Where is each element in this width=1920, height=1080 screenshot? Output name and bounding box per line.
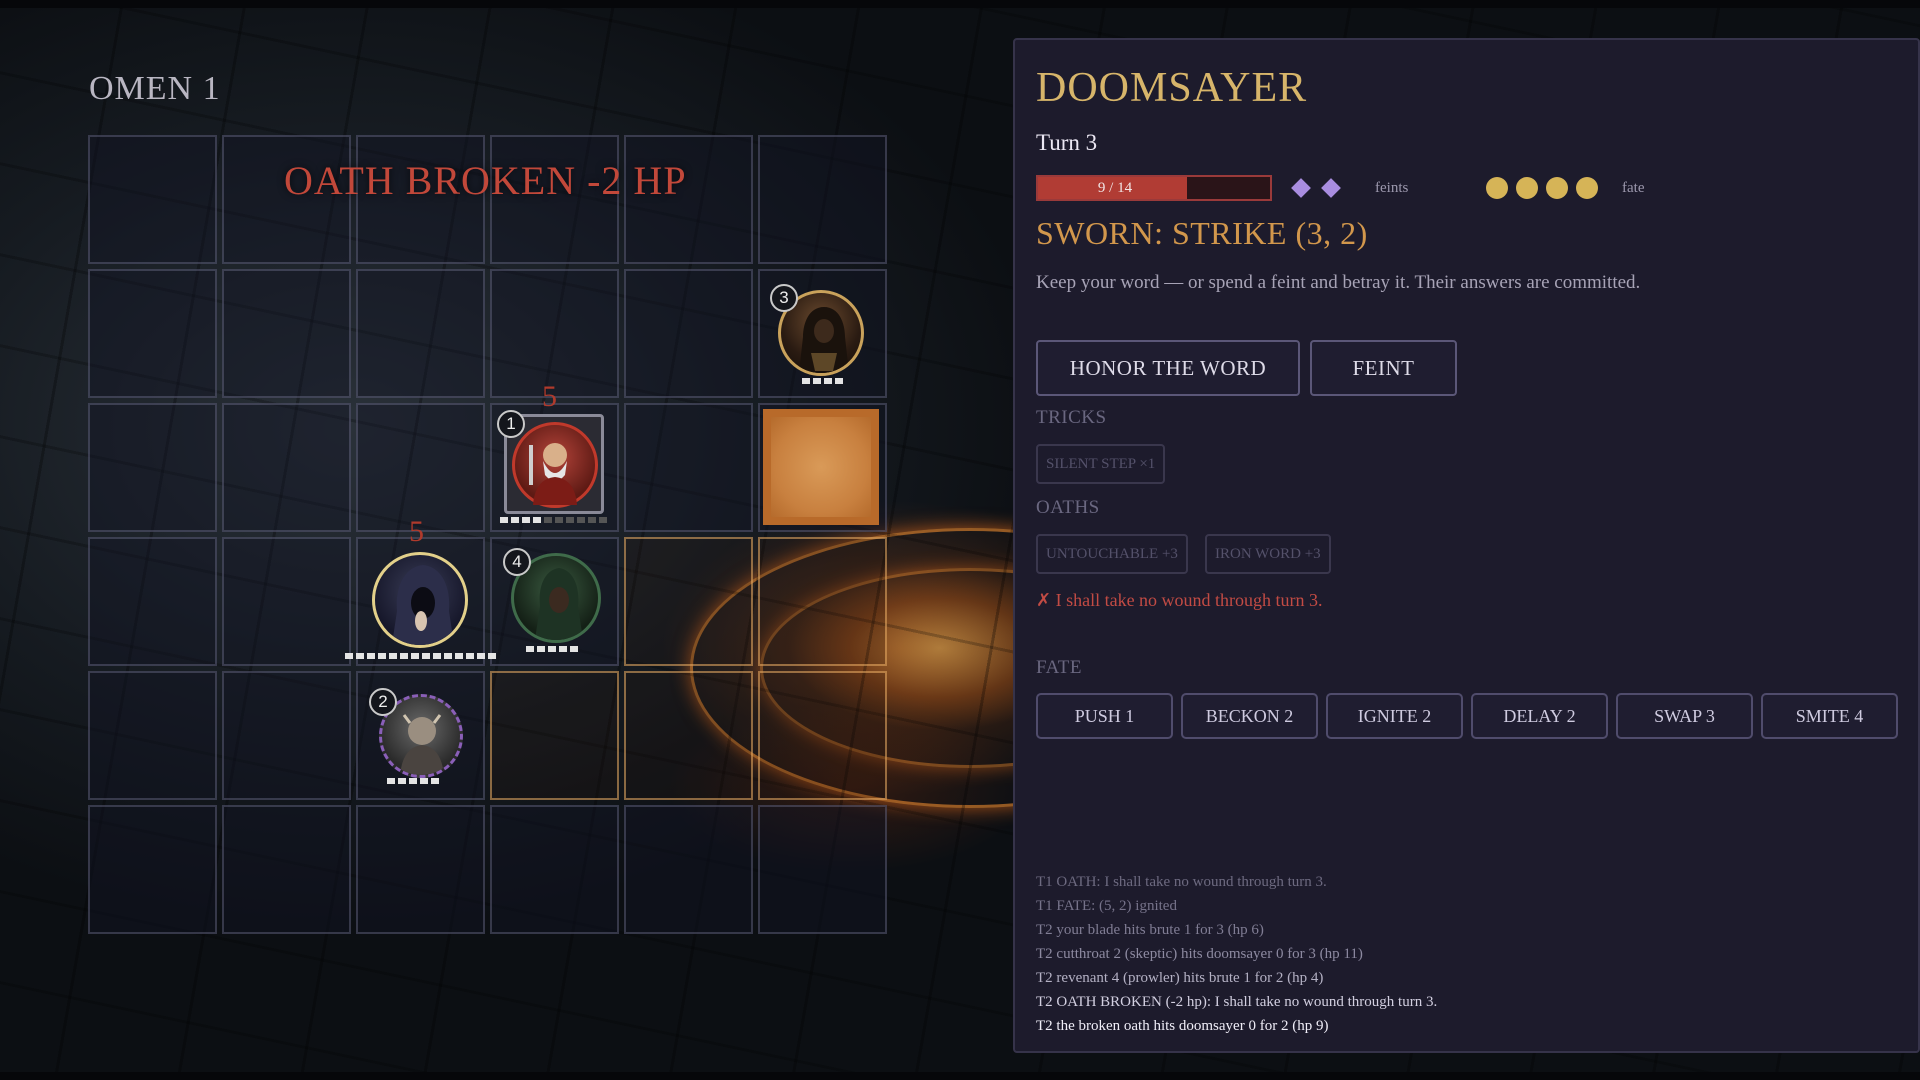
fate-header: FATE (1036, 657, 1082, 678)
sworn-hint: Keep your word — or spend a feint and be… (1036, 272, 1641, 293)
board-cell[interactable] (222, 403, 351, 532)
board-cell[interactable] (222, 537, 351, 666)
log-entry: T2 your blade hits brute 1 for 3 (hp 6) (1036, 922, 1264, 938)
unit-health-pips (526, 646, 578, 652)
board-cell[interactable] (88, 805, 217, 934)
oath-iron-word[interactable]: IRON WORD +3 (1205, 534, 1331, 574)
oath-untouchable[interactable]: UNTOUCHABLE +3 (1036, 534, 1188, 574)
board-cell[interactable] (758, 671, 887, 800)
board-cell[interactable] (490, 269, 619, 398)
damage-number: 5 (409, 515, 424, 548)
board-cell[interactable] (88, 403, 217, 532)
fate-swap-button[interactable]: SWAP 3 (1616, 693, 1753, 739)
fate-delay-button[interactable]: DELAY 2 (1471, 693, 1608, 739)
player-unit-doomsayer[interactable] (372, 552, 468, 648)
unit-health-pips (387, 778, 439, 784)
unit-health-pips (802, 378, 843, 384)
unit-number-badge: 4 (503, 548, 531, 576)
board-cell[interactable] (88, 537, 217, 666)
board-cell[interactable] (356, 805, 485, 934)
board-cell[interactable] (624, 537, 753, 666)
hp-text: 9 / 14 (1097, 180, 1133, 196)
board-cell[interactable] (758, 135, 887, 264)
board-cell[interactable] (222, 269, 351, 398)
fate-counter (1486, 177, 1598, 199)
board-cell[interactable] (624, 403, 753, 532)
board-cell[interactable] (88, 269, 217, 398)
ignited-tile[interactable] (763, 409, 879, 525)
board-cell[interactable] (222, 805, 351, 934)
log-entry: T1 FATE: (5, 2) ignited (1036, 898, 1177, 914)
unit-info-panel: DOOMSAYER Turn 3 9 / 14 feints fate SWOR… (1013, 38, 1920, 1053)
fate-smite-button[interactable]: SMITE 4 (1761, 693, 1898, 739)
board-cell[interactable] (88, 135, 217, 264)
fate-push-button[interactable]: PUSH 1 (1036, 693, 1173, 739)
fate-label: fate (1622, 180, 1645, 196)
unit-number-badge: 2 (369, 688, 397, 716)
combat-log: T1 OATH: I shall take no wound through t… (1036, 870, 1896, 1038)
fate-coin-icon (1516, 177, 1538, 199)
enemy-unit-brute (512, 422, 598, 508)
fate-coin-icon (1486, 177, 1508, 199)
board-cell[interactable] (356, 269, 485, 398)
unit-number-badge: 3 (770, 284, 798, 312)
log-entry: T2 cutthroat 2 (skeptic) hits doomsayer … (1036, 946, 1363, 962)
fate-ignite-button[interactable]: IGNITE 2 (1326, 693, 1463, 739)
board-cell[interactable] (758, 805, 887, 934)
broken-oath-text: ✗ I shall take no wound through turn 3. (1036, 590, 1323, 610)
board-cell[interactable] (356, 403, 485, 532)
fate-coin-icon (1576, 177, 1598, 199)
turn-indicator: Turn 3 (1036, 130, 1098, 155)
board-cell[interactable] (758, 537, 887, 666)
tricks-header: TRICKS (1036, 407, 1107, 428)
board-cell[interactable] (624, 269, 753, 398)
unit-name: DOOMSAYER (1036, 65, 1308, 111)
feints-label: feints (1375, 180, 1409, 196)
feint-button[interactable]: FEINT (1310, 340, 1457, 396)
fate-coin-icon (1546, 177, 1568, 199)
board-cell[interactable] (490, 671, 619, 800)
board-cell[interactable] (490, 805, 619, 934)
oath-broken-banner: OATH BROKEN -2 HP (284, 158, 687, 203)
unit-health-pips (500, 517, 607, 523)
feint-diamond-icon (1291, 178, 1311, 198)
unit-number-badge: 1 (497, 410, 525, 438)
board-cell[interactable] (88, 671, 217, 800)
feint-diamond-icon (1321, 178, 1341, 198)
fate-beckon-button[interactable]: BECKON 2 (1181, 693, 1318, 739)
game-board (88, 135, 888, 935)
log-entry: T1 OATH: I shall take no wound through t… (1036, 874, 1327, 890)
damage-number: 5 (542, 380, 557, 413)
oaths-header: OATHS (1036, 497, 1100, 518)
log-entry: T2 the broken oath hits doomsayer 0 for … (1036, 1018, 1329, 1034)
trick-silent-step[interactable]: SILENT STEP ×1 (1036, 444, 1166, 484)
log-entry: T2 OATH BROKEN (-2 hp): I shall take no … (1036, 994, 1438, 1010)
board-cell[interactable] (624, 671, 753, 800)
board-cell[interactable] (222, 671, 351, 800)
log-entry: T2 revenant 4 (prowler) hits brute 1 for… (1036, 970, 1324, 986)
honor-the-word-button[interactable]: HONOR THE WORD (1036, 340, 1300, 396)
sworn-action: SWORN: STRIKE (3, 2) (1036, 215, 1368, 251)
brute-portrait-icon (529, 443, 577, 505)
player-health-pips (345, 653, 496, 659)
omen-title: OMEN 1 (89, 70, 221, 107)
board-cell[interactable] (624, 805, 753, 934)
hp-bar: 9 / 14 (1036, 175, 1272, 201)
feint-counter (1291, 178, 1341, 198)
